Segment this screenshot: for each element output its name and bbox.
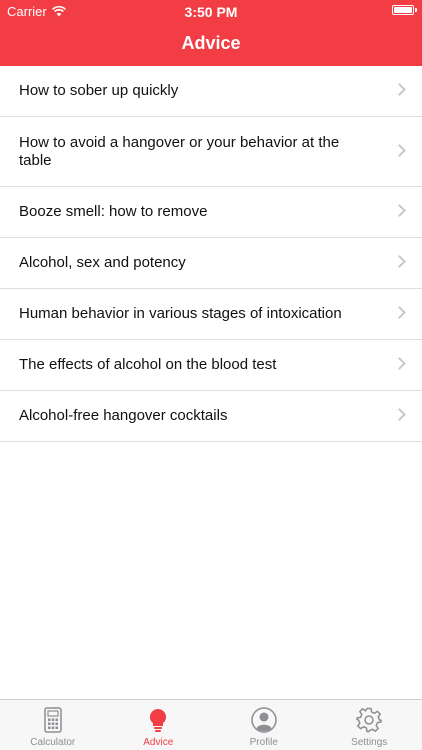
list-item-label: The effects of alcohol on the blood test [19,356,277,373]
lightbulb-icon [150,708,167,732]
tab-profile[interactable]: Profile [211,700,317,750]
chevron-right-icon [393,143,406,157]
list-item-intoxication-stages[interactable]: Human behavior in various stages of into… [0,289,422,340]
advice-list: How to sober up quickly How to avoid a h… [0,66,422,442]
profile-icon [251,707,277,733]
chevron-right-icon [393,255,406,268]
page-title: Advice [181,33,241,53]
gear-icon [356,707,382,733]
status-bar: Carrier 3:50 PM [0,0,422,22]
battery-icon [392,5,417,15]
navigation-header: Carrier 3:50 PM Advice [0,0,422,66]
chevron-right-icon [393,306,406,319]
calculator-icon [44,707,62,733]
list-item-label: Human behavior in various stages of into… [19,305,342,322]
list-item-hangover-cocktails[interactable]: Alcohol-free hangover cocktails [0,391,422,442]
tab-advice[interactable]: Advice [106,700,212,750]
tab-label: Advice [143,737,174,748]
list-item-label: Alcohol-free hangover cocktails [19,407,228,424]
list-item-avoid-hangover[interactable]: How to avoid a hangover or your behavior… [0,117,422,187]
list-item-sober-up[interactable]: How to sober up quickly [0,66,422,117]
tab-label: Calculator [30,737,76,748]
battery-level [394,7,412,13]
list-item-booze-smell[interactable]: Booze smell: how to remove [0,187,422,238]
list-item-blood-test[interactable]: The effects of alcohol on the blood test [0,340,422,391]
list-item-label: How to avoid a hangover or your behavior… [19,133,340,169]
list-item-sex-potency[interactable]: Alcohol, sex and potency [0,238,422,289]
list-item-label: Booze smell: how to remove [19,203,208,220]
chevron-right-icon [393,408,406,421]
tab-bar: Calculator Advice Profile Settings [0,699,422,750]
list-item-label: How to sober up quickly [19,82,179,99]
tab-settings[interactable]: Settings [317,700,422,750]
tab-calculator[interactable]: Calculator [0,700,106,750]
tab-label: Profile [249,737,278,748]
chevron-right-icon [393,204,406,217]
tab-label: Settings [351,737,388,748]
chevron-right-icon [393,357,406,370]
chevron-right-icon [393,83,406,96]
status-time: 3:50 PM [184,4,238,20]
list-item-label: Alcohol, sex and potency [19,254,186,271]
